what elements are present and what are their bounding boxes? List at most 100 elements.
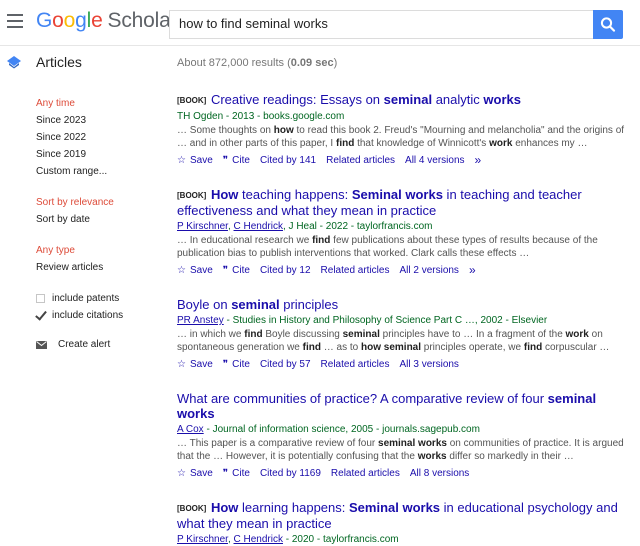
result-title-link[interactable]: [BOOK] How learning happens: Seminal wor… <box>177 500 632 531</box>
sort-by-date[interactable]: Sort by date <box>36 211 166 228</box>
author-link[interactable]: C Hendrick <box>234 221 283 232</box>
star-icon: ☆ <box>177 155 186 166</box>
text-run: principles operate, we <box>421 342 524 353</box>
result-item: Boyle on seminal principles PR Anstey - S… <box>177 297 632 372</box>
result-actions: ☆ Save ❞ Cite Cited by 1169 Related articles A… <box>177 466 632 481</box>
filter-any-type[interactable]: Any type <box>36 242 166 259</box>
action-label: Cited by 57 <box>259 359 311 370</box>
cite-link[interactable]: ❞ Cite <box>223 357 250 372</box>
result-source: - Journal of information science, 2005 -… <box>203 424 480 435</box>
cited-by-link[interactable]: Cited by 1169 <box>260 466 321 481</box>
result-type-tag: [BOOK] <box>177 191 207 200</box>
filter-custom-range[interactable]: Custom range... <box>36 163 166 180</box>
highlight-term: how seminal <box>361 342 422 353</box>
filter-since-2022[interactable]: Since 2022 <box>36 129 166 146</box>
cited-by-link[interactable]: Cited by 57 <box>260 357 311 372</box>
author-link[interactable]: P Kirschner <box>177 534 228 545</box>
create-alert-button[interactable]: Create alert <box>36 339 110 350</box>
action-label: Cited by 141 <box>259 155 317 166</box>
result-actions: ☆ Save ❞ Cite Cited by 141 Related articles Al… <box>177 153 632 168</box>
highlight-term: Seminal works <box>351 187 443 202</box>
action-label: All 4 versions <box>405 155 465 166</box>
highlight-term: seminal works <box>378 438 447 449</box>
author-link[interactable]: C Hendrick <box>234 534 283 545</box>
highlight-term: How <box>210 187 239 202</box>
all-versions-link[interactable]: All 8 versions <box>410 466 469 481</box>
filter-sidebar: Any time Since 2023 Since 2022 Since 201… <box>36 95 166 324</box>
include-citations-checkbox[interactable]: include citations <box>36 307 166 324</box>
highlight-term: works <box>417 451 447 462</box>
highlight-term: works <box>483 92 521 107</box>
sort-by-relevance[interactable]: Sort by relevance <box>36 194 166 211</box>
result-title-link[interactable]: What are communities of practice? A comp… <box>177 391 632 421</box>
envelope-icon <box>36 340 47 349</box>
highlight-term: find <box>335 138 355 149</box>
filter-since-2023[interactable]: Since 2023 <box>36 112 166 129</box>
text-run: … In educational research we <box>177 235 313 246</box>
result-title-link[interactable]: [BOOK] How teaching happens: Seminal wor… <box>177 187 632 218</box>
result-meta: PR Anstey - Studies in History and Philo… <box>177 314 632 327</box>
cited-by-link[interactable]: Cited by 12 <box>260 263 311 278</box>
action-label: Save <box>189 155 213 166</box>
action-label: Cite <box>232 468 250 479</box>
highlight-term: work <box>565 329 589 340</box>
filter-since-2019[interactable]: Since 2019 <box>36 146 166 163</box>
related-articles-link[interactable]: Related articles <box>321 357 390 372</box>
checkbox-icon[interactable] <box>36 294 45 303</box>
top-bar: Google Scholar how to find seminal works <box>0 0 640 46</box>
text-run: teaching happens: <box>238 187 352 202</box>
checkmark-icon[interactable] <box>36 311 45 320</box>
highlight-term: find <box>312 235 331 246</box>
result-title-link[interactable]: Boyle on seminal principles <box>177 297 632 312</box>
text-run: that knowledge of Winnicott's <box>354 138 490 149</box>
cited-by-link[interactable]: Cited by 141 <box>260 153 316 168</box>
action-label: Save <box>189 265 213 276</box>
result-meta: P Kirschner, C Hendrick, J Heal - 2022 -… <box>177 221 433 232</box>
related-articles-link[interactable]: Related articles <box>321 263 390 278</box>
more-options-icon[interactable]: » <box>469 263 476 278</box>
result-snippet: … In educational research we find few pu… <box>177 234 632 260</box>
author-link[interactable]: A Cox <box>177 424 204 435</box>
menu-icon[interactable] <box>7 14 23 28</box>
text-run: Boyle discussing <box>262 329 343 340</box>
highlight-term: Seminal works <box>349 500 441 515</box>
google-scholar-logo[interactable]: Google Scholar <box>36 9 178 33</box>
all-versions-link[interactable]: All 3 versions <box>399 357 458 372</box>
save-link[interactable]: ☆ Save <box>177 153 213 168</box>
text-run: principles <box>279 297 339 312</box>
action-label: All 8 versions <box>409 468 470 479</box>
result-item: What are communities of practice? A comp… <box>177 391 632 481</box>
author-link[interactable]: P Kirschner <box>177 221 228 232</box>
result-meta: P Kirschner, C Hendrick - 2020 - taylorf… <box>177 534 399 545</box>
save-link[interactable]: ☆ Save <box>177 263 213 278</box>
cite-link[interactable]: ❞ Cite <box>223 153 250 168</box>
text-run: … in which we <box>177 329 245 340</box>
quote-icon: ❞ <box>222 359 229 370</box>
cite-link[interactable]: ❞ Cite <box>223 263 250 278</box>
filter-review-articles[interactable]: Review articles <box>36 259 166 276</box>
search-button[interactable] <box>593 10 623 39</box>
action-label: Related articles <box>330 468 400 479</box>
author-link[interactable]: PR Anstey <box>177 315 224 326</box>
action-label: Cite <box>232 265 250 276</box>
save-link[interactable]: ☆ Save <box>177 466 213 481</box>
highlight-term: seminal <box>383 92 433 107</box>
result-snippet: … This paper is a comparative review of … <box>177 437 632 463</box>
cite-link[interactable]: ❞ Cite <box>223 466 250 481</box>
related-articles-link[interactable]: Related articles <box>326 153 395 168</box>
all-versions-link[interactable]: All 2 versions <box>399 263 458 278</box>
search-icon <box>600 17 616 32</box>
include-patents-checkbox[interactable]: include patents <box>36 290 166 307</box>
related-articles-link[interactable]: Related articles <box>331 466 400 481</box>
text-run: learning happens: <box>238 500 349 515</box>
result-title-link[interactable]: [BOOK] Creative readings: Essays on semi… <box>177 92 632 108</box>
result-snippet: … Some thoughts on how to read this book… <box>177 124 632 150</box>
more-options-icon[interactable]: » <box>475 153 482 168</box>
all-versions-link[interactable]: All 4 versions <box>405 153 464 168</box>
filter-any-time[interactable]: Any time <box>36 95 166 112</box>
save-link[interactable]: ☆ Save <box>177 357 213 372</box>
text-run: Boyle on <box>177 297 232 312</box>
star-icon: ☆ <box>177 468 186 479</box>
search-input[interactable]: how to find seminal works <box>169 10 593 39</box>
result-actions: ☆ Save ❞ Cite Cited by 57 Related articles All… <box>177 357 632 372</box>
